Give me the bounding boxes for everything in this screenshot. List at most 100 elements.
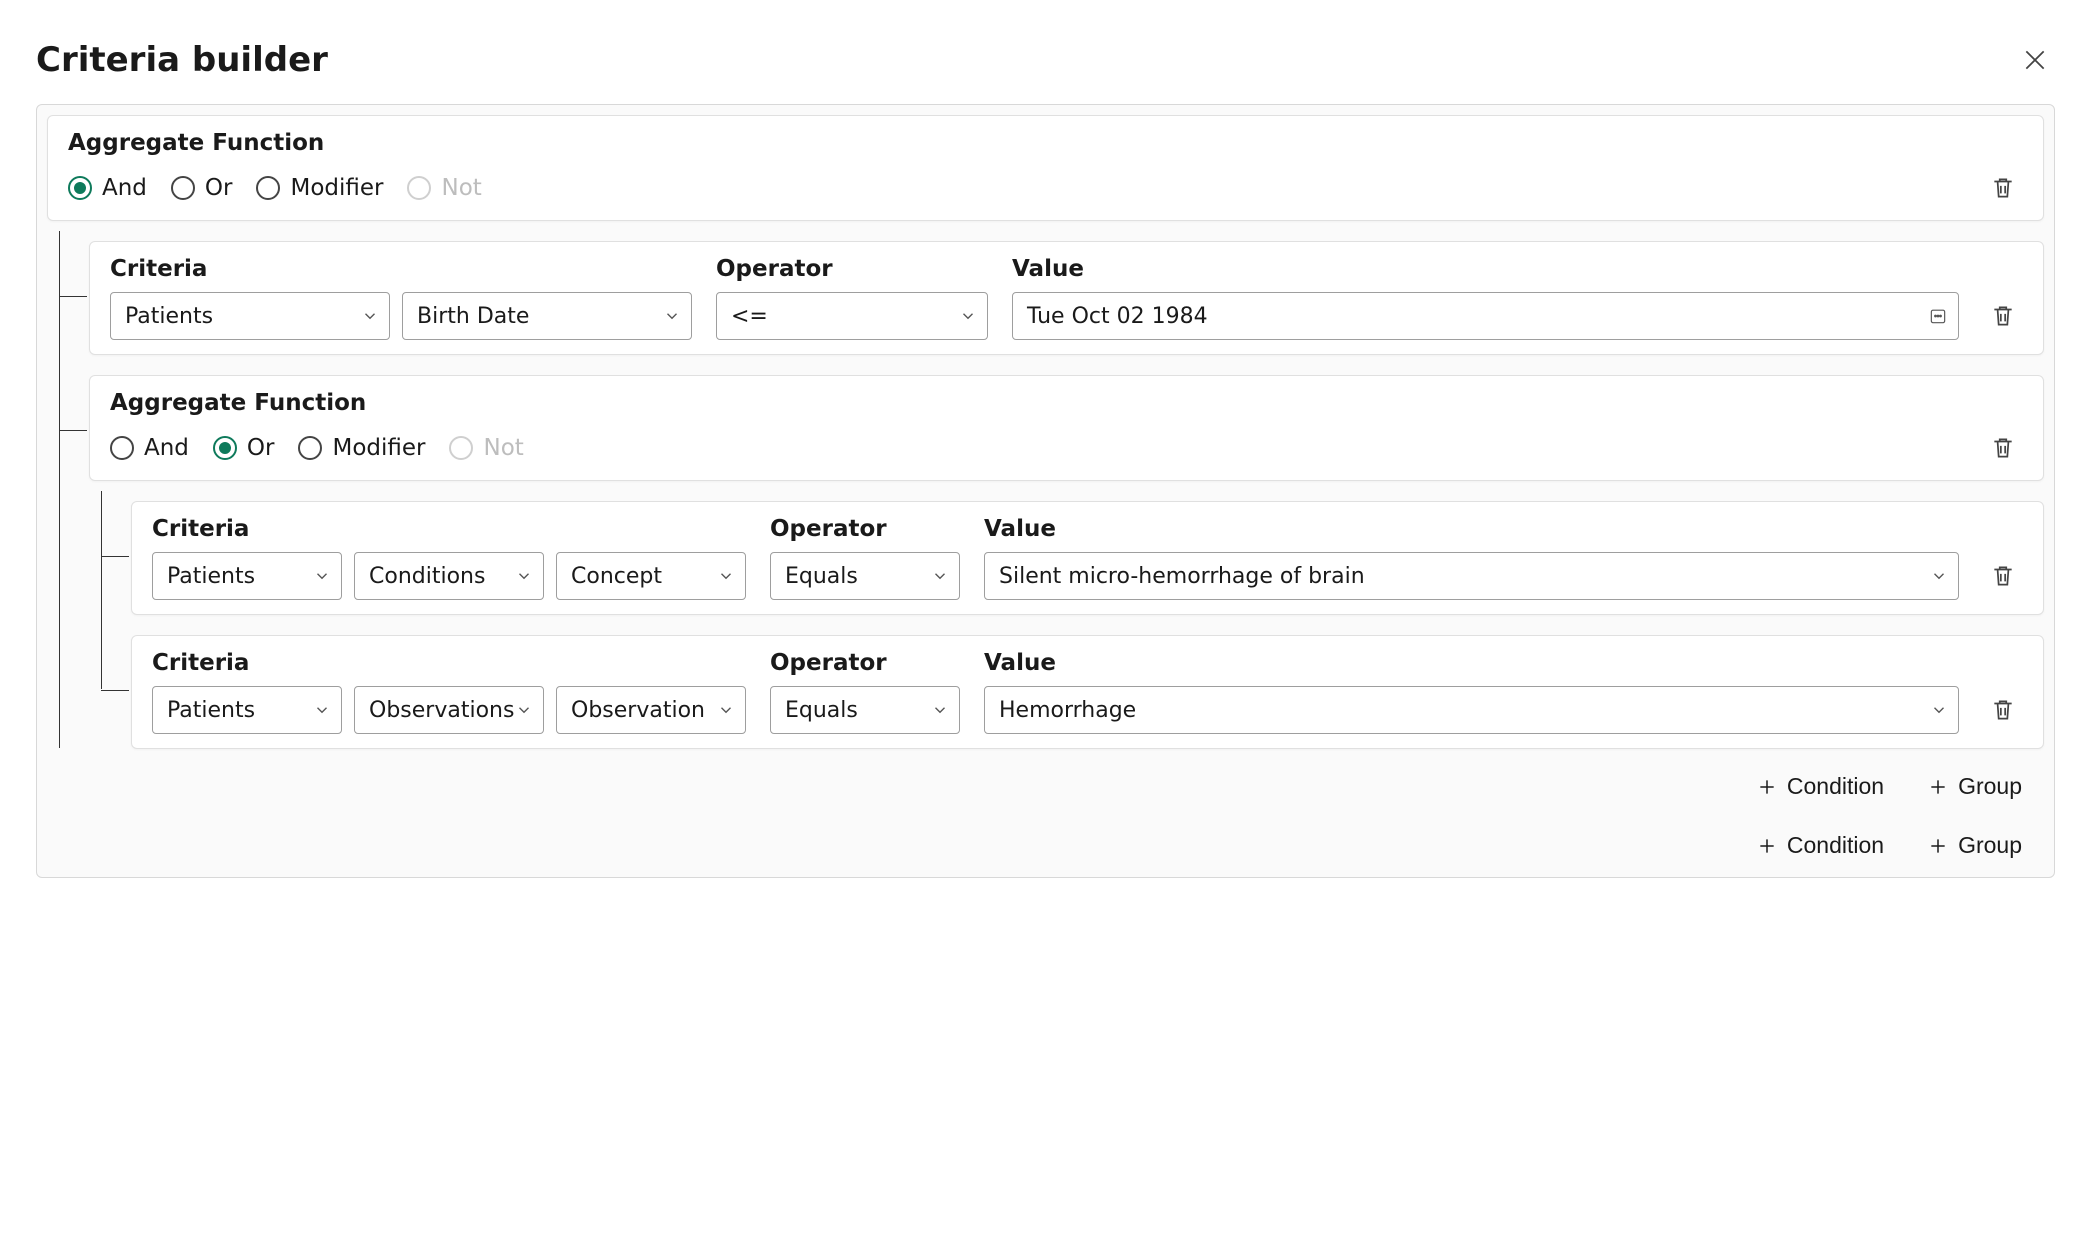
criteria-builder-panel: Criteria builder Aggregate Function And … [0,0,2091,898]
chevron-down-icon [931,701,949,719]
radio-and[interactable]: And [110,435,189,461]
aggregate-options: And Or Modifier Not [110,435,1953,461]
nested-group-item: Aggregate Function And Or Modifier Not [89,375,2044,808]
criteria-relation-select[interactable]: Observations [354,686,544,734]
operator-value: Equals [785,698,858,723]
condition-fields: Criteria Patients Birth Date [110,256,2023,340]
criteria-column: Criteria Patients Conditions [152,516,746,600]
criteria-field-select[interactable]: Observation [556,686,746,734]
chevron-down-icon [515,567,533,585]
radio-or[interactable]: Or [213,435,275,461]
chevron-down-icon [663,307,681,325]
criteria-entity-value: Patients [167,698,255,723]
criteria-column: Criteria Patients Observations [152,650,746,734]
trash-icon [1990,697,2016,723]
delete-condition-button[interactable] [1983,690,2023,730]
criteria-field-select[interactable]: Birth Date [402,292,692,340]
value-select[interactable]: Hemorrhage [984,686,1959,734]
panel-header: Criteria builder [36,40,2055,80]
value-column: Value Hemorrhage [984,650,1959,734]
radio-modifier-label: Modifier [332,435,425,461]
close-icon [2022,47,2048,73]
chevron-down-icon [717,701,735,719]
operator-label: Operator [770,650,960,676]
add-group-button[interactable]: Group [1926,828,2024,863]
group-children: Criteria Patients Birth Date [59,241,2044,808]
group-add-row: Condition Group [47,808,2044,867]
value-select[interactable]: Silent micro-hemorrhage of brain [984,552,1959,600]
operator-label: Operator [716,256,988,282]
date-picker-icon[interactable] [1928,306,1948,326]
radio-modifier[interactable]: Modifier [256,175,383,201]
operator-select[interactable]: <= [716,292,988,340]
chevron-down-icon [361,307,379,325]
aggregate-function-label: Aggregate Function [68,130,2023,156]
group-header: Aggregate Function And Or Modifier Not [89,375,2044,481]
delete-condition-button[interactable] [1983,296,2023,336]
criteria-entity-value: Patients [125,304,213,329]
delete-group-button[interactable] [1983,168,2023,208]
value-column: Value Silent micro-hemorrhage of brain [984,516,1959,600]
add-condition-button[interactable]: Condition [1755,769,1886,804]
radio-not: Not [407,175,481,201]
chevron-down-icon [1930,567,1948,585]
page-title: Criteria builder [36,40,328,80]
criteria-field-value: Observation [571,698,705,723]
operator-label: Operator [770,516,960,542]
radio-and-label: And [102,175,147,201]
group-add-row: Condition Group [89,749,2044,808]
chevron-down-icon [515,701,533,719]
aggregate-function-label: Aggregate Function [110,390,2023,416]
radio-or[interactable]: Or [171,175,233,201]
radio-modifier-label: Modifier [290,175,383,201]
criteria-relation-select[interactable]: Conditions [354,552,544,600]
criteria-relation-value: Observations [369,698,514,723]
chevron-down-icon [959,307,977,325]
radio-or-label: Or [205,175,233,201]
radio-and-label: And [144,435,189,461]
criteria-label: Criteria [152,650,746,676]
criteria-field-select[interactable]: Concept [556,552,746,600]
operator-select[interactable]: Equals [770,686,960,734]
operator-column: Operator <= [716,256,988,340]
chevron-down-icon [1930,701,1948,719]
radio-and[interactable]: And [68,175,147,201]
criteria-label: Criteria [110,256,692,282]
radio-not-label: Not [441,175,481,201]
radio-or-label: Or [247,435,275,461]
criteria-entity-select[interactable]: Patients [110,292,390,340]
radio-modifier[interactable]: Modifier [298,435,425,461]
plus-icon [1757,777,1777,797]
add-group-button[interactable]: Group [1926,769,2024,804]
value-label: Value [984,516,1959,542]
radio-not-label: Not [483,435,523,461]
add-condition-label: Condition [1787,773,1884,800]
plus-icon [1928,836,1948,856]
operator-select[interactable]: Equals [770,552,960,600]
condition-item: Criteria Patients Birth Date [89,241,2044,355]
delete-group-button[interactable] [1983,428,2023,468]
criteria-column: Criteria Patients Birth Date [110,256,692,340]
criteria-label: Criteria [152,516,746,542]
value-date-input[interactable]: Tue Oct 02 1984 [1012,292,1959,340]
condition-row: Criteria Patients Birth Date [89,241,2044,355]
criteria-relation-value: Conditions [369,564,485,589]
condition-row: Criteria Patients Conditions [131,501,2044,615]
condition-fields: Criteria Patients Conditions [152,516,2023,600]
value-date-text: Tue Oct 02 1984 [1027,304,1208,329]
value-column: Value Tue Oct 02 1984 [1012,256,1959,340]
add-condition-button[interactable]: Condition [1755,828,1886,863]
value-text: Silent micro-hemorrhage of brain [999,564,1365,589]
operator-column: Operator Equals [770,650,960,734]
trash-icon [1990,563,2016,589]
group-header: Aggregate Function And Or Modifier Not [47,115,2044,221]
group-children: Criteria Patients Conditions [101,501,2044,749]
condition-item: Criteria Patients Conditions [131,501,2044,615]
criteria-selects: Patients Observations Obse [152,686,746,734]
delete-condition-button[interactable] [1983,556,2023,596]
criteria-entity-select[interactable]: Patients [152,552,342,600]
close-button[interactable] [2015,40,2055,80]
criteria-entity-select[interactable]: Patients [152,686,342,734]
chevron-down-icon [931,567,949,585]
plus-icon [1928,777,1948,797]
